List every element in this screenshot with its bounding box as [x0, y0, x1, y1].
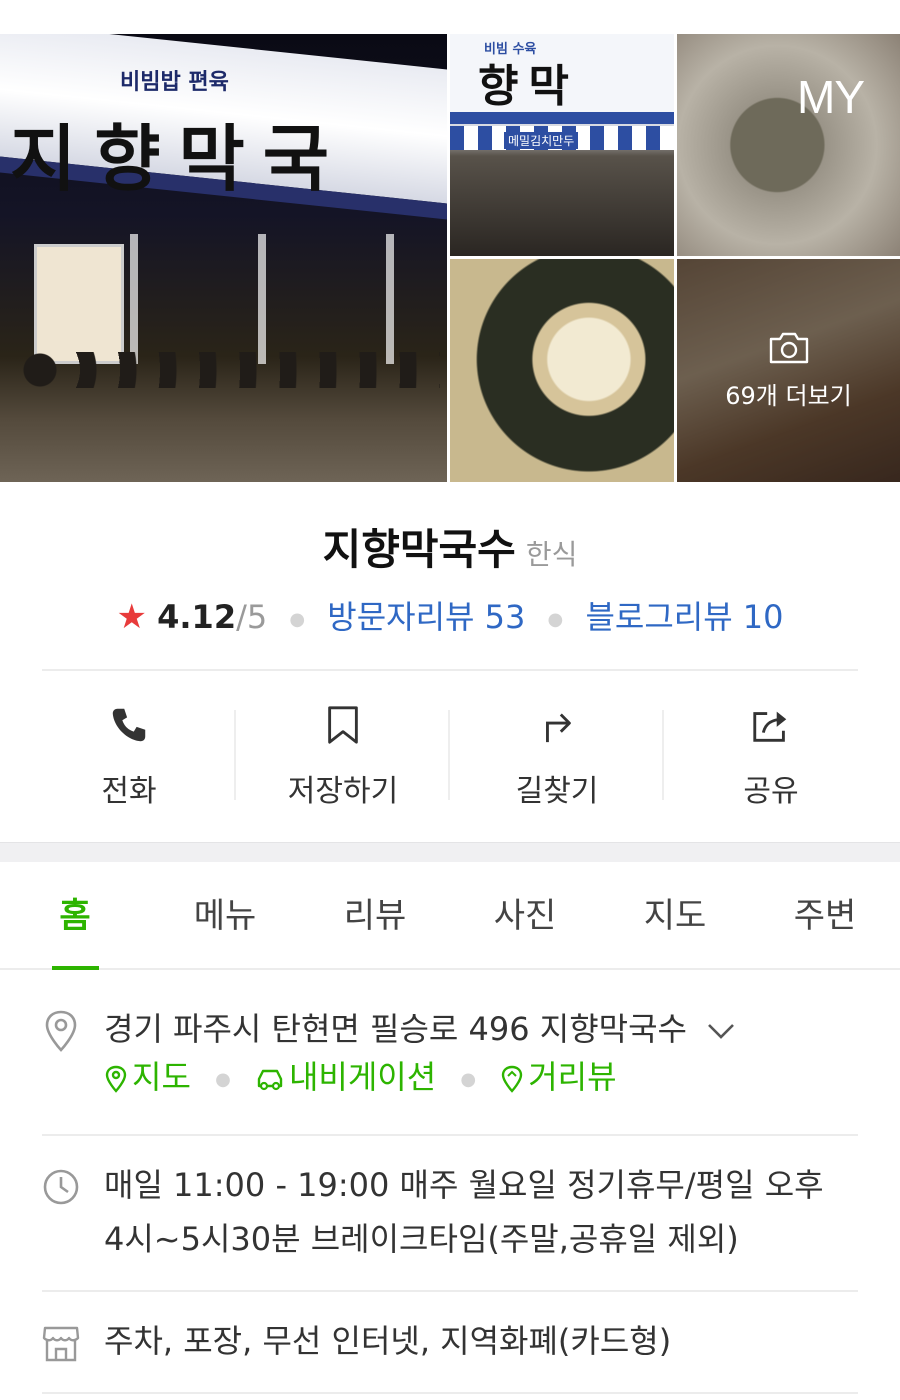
- tab-review[interactable]: 리뷰: [300, 862, 450, 968]
- separator-dot: ●: [460, 1068, 477, 1090]
- hours-line-1: 매일 11:00 - 19:00 매주 월요일 정기휴무/평일 오후: [104, 1166, 824, 1204]
- rating-max: /5: [236, 598, 268, 636]
- address-sub-links: 지도 ● 내비게이션 ● 거리뷰: [104, 1052, 617, 1098]
- phone-icon: [112, 708, 146, 742]
- buckwheat-pancake-photo[interactable]: MY: [677, 34, 900, 256]
- photo-gallery[interactable]: 비빔밥 편육 지향막국 비빔 수육 향막 메밀김치만두 MY 69개 더보기: [0, 34, 900, 482]
- storefront-night-photo[interactable]: 비빔밥 편육 지향막국: [0, 34, 447, 482]
- call-button[interactable]: 전화: [22, 700, 236, 810]
- hours-row: 매일 11:00 - 19:00 매주 월요일 정기휴무/평일 오후 4시~5시…: [42, 1158, 858, 1270]
- divider: [42, 669, 858, 671]
- map-link-label: 지도: [132, 1058, 191, 1096]
- location-pin-icon: [45, 1010, 77, 1052]
- navigation-link-label: 내비게이션: [288, 1058, 437, 1096]
- more-photos-label: 69개 더보기: [725, 382, 852, 410]
- directions-label: 길찾기: [515, 774, 599, 809]
- bookmark-icon: [328, 706, 358, 744]
- rating-score: 4.12: [157, 598, 237, 636]
- tab-bar: 홈 메뉴 리뷰 사진 지도 주변: [0, 862, 900, 970]
- visitor-reviews-link[interactable]: 방문자리뷰 53: [327, 598, 525, 636]
- share-icon: [753, 711, 787, 742]
- onggi-pots: [20, 352, 440, 388]
- blog-reviews-link[interactable]: 블로그리뷰 10: [585, 598, 783, 636]
- map-link[interactable]: 지도: [104, 1058, 191, 1096]
- directions-icon: [546, 713, 571, 743]
- action-bar: 전화 저장하기 길찾기 공유: [22, 700, 878, 810]
- streetview-pin-icon: [502, 1065, 523, 1093]
- chevron-down-icon[interactable]: [707, 1022, 735, 1040]
- hours-line-2: 4시~5시30분 브레이크타임(주말,공휴일 제외): [104, 1220, 739, 1258]
- save-button[interactable]: 저장하기: [236, 700, 450, 810]
- tab-home[interactable]: 홈: [0, 862, 150, 970]
- signboard-subtitle: 비빔밥 편육: [120, 70, 229, 95]
- thumb-signboard-title: 향막: [478, 61, 579, 112]
- navigation-link[interactable]: 내비게이션: [255, 1058, 436, 1096]
- place-header: 지향막국수 한식: [0, 516, 900, 577]
- rating-row: ★ 4.12/5 ● 방문자리뷰 53 ● 블로그리뷰 10: [0, 592, 900, 638]
- signboard-title: 지향막국: [10, 116, 347, 201]
- map-pin-icon: [105, 1065, 127, 1093]
- amenities-text: 주차, 포장, 무선 인터넷, 지역화폐(카드형): [104, 1322, 672, 1360]
- clock-icon: [43, 1169, 79, 1205]
- share-button[interactable]: 공유: [664, 700, 878, 810]
- address-line[interactable]: 경기 파주시 탄현면 필승로 496 지향막국수: [104, 1002, 858, 1056]
- amenities-row: 주차, 포장, 무선 인터넷, 지역화폐(카드형): [42, 1314, 858, 1374]
- save-label: 저장하기: [287, 774, 399, 809]
- share-label: 공유: [743, 774, 799, 809]
- car-icon: [257, 1069, 283, 1091]
- streetview-link[interactable]: 거리뷰: [500, 1058, 617, 1096]
- address-text: 경기 파주시 탄현면 필승로 496 지향막국수: [104, 1010, 687, 1048]
- place-name: 지향막국수: [322, 525, 516, 574]
- section-gap: [0, 842, 900, 862]
- more-photos-button[interactable]: 69개 더보기: [677, 259, 900, 482]
- directions-button[interactable]: 길찾기: [450, 700, 664, 810]
- awning-text: 메밀김치만두: [504, 132, 579, 149]
- separator-dot: ●: [547, 608, 564, 630]
- separator-dot: ●: [215, 1068, 231, 1090]
- address-row: 경기 파주시 탄현면 필승로 496 지향막국수 지도 ● 내비게이션 ● 거리…: [42, 1002, 858, 1112]
- store-icon: [42, 1326, 80, 1362]
- place-category: 한식: [525, 538, 578, 571]
- divider: [42, 1134, 858, 1136]
- menu-board: [34, 244, 124, 364]
- divider: [42, 1290, 858, 1292]
- star-icon: ★: [116, 597, 147, 637]
- tab-menu[interactable]: 메뉴: [150, 862, 300, 968]
- separator-dot: ●: [289, 608, 306, 630]
- tab-nearby[interactable]: 주변: [750, 862, 900, 968]
- camera-icon: [769, 332, 808, 364]
- tab-map[interactable]: 지도: [600, 862, 750, 968]
- call-label: 전화: [101, 774, 157, 809]
- bibim-noodle-photo[interactable]: [450, 259, 674, 482]
- storefront-day-photo[interactable]: 비빔 수육 향막 메밀김치만두: [450, 34, 674, 256]
- my-badge[interactable]: MY: [797, 70, 865, 124]
- divider: [42, 1392, 858, 1394]
- streetview-link-label: 거리뷰: [528, 1058, 617, 1096]
- tab-photo[interactable]: 사진: [450, 862, 600, 968]
